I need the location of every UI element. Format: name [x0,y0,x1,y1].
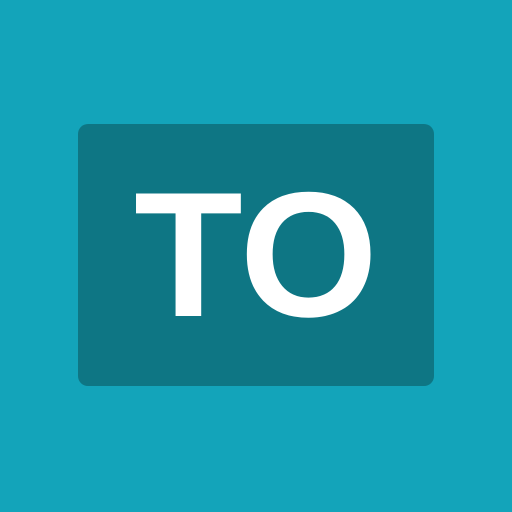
app-icon: TO [0,0,512,512]
initials-badge: TO [78,124,434,386]
badge-initials: TO [134,155,378,354]
